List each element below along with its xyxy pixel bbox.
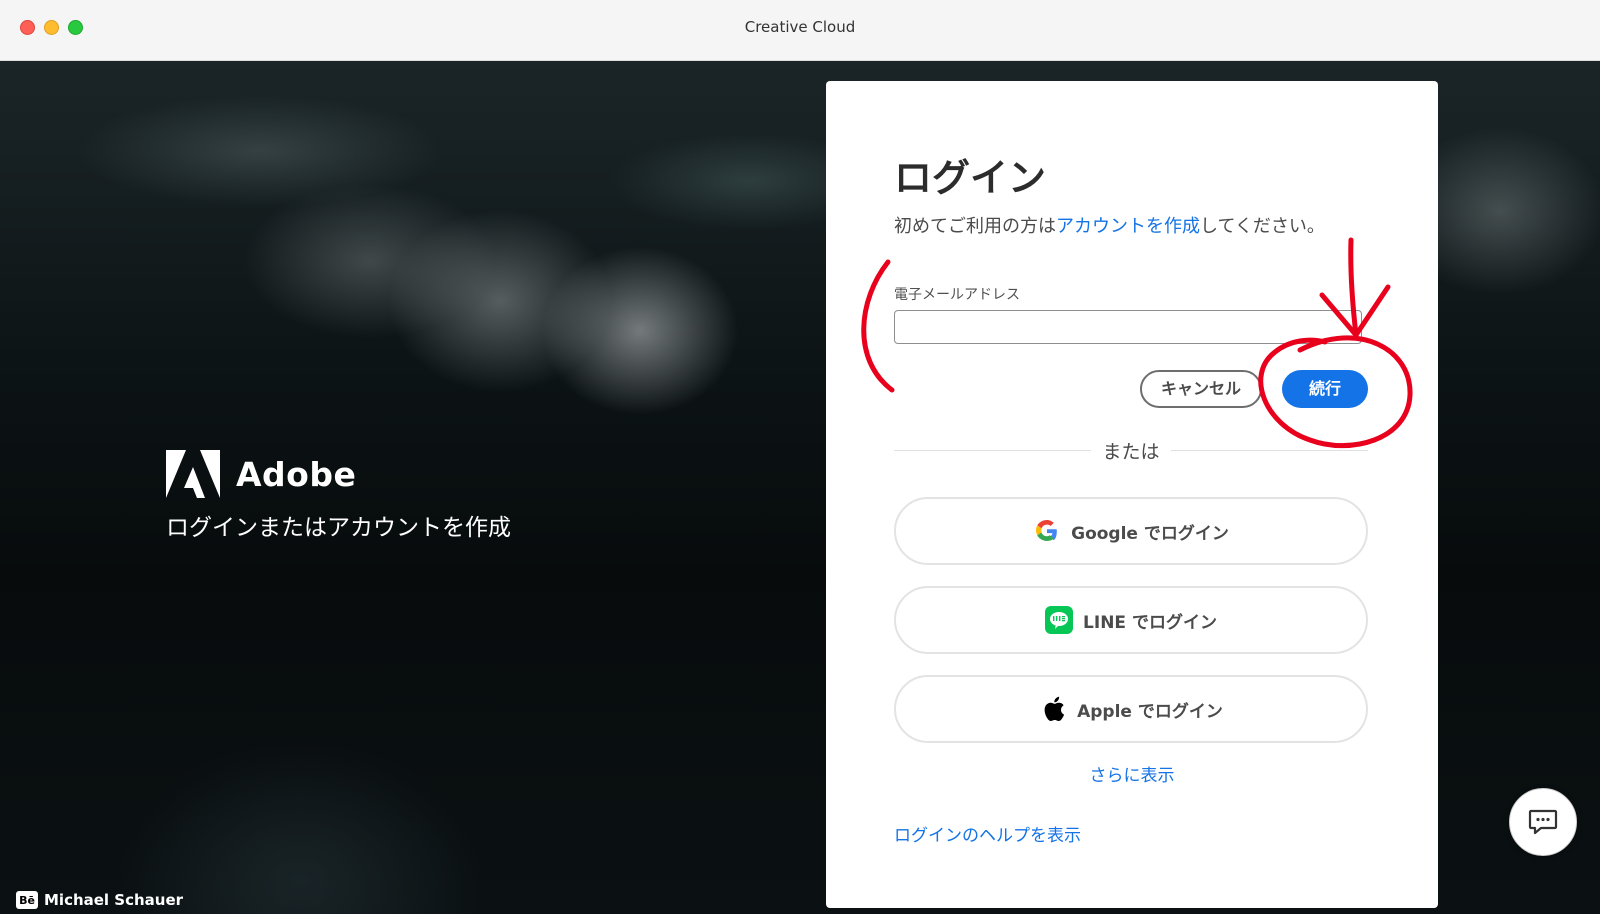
apple-suffix: でログイン xyxy=(1131,701,1223,722)
behance-icon: Bē xyxy=(16,891,38,909)
google-suffix: でログイン xyxy=(1137,523,1229,544)
intro-suffix: してください。 xyxy=(1200,216,1325,237)
photo-credit[interactable]: Bē Michael Schauer xyxy=(16,891,183,909)
divider-or-text: または xyxy=(1091,437,1171,464)
apple-login-button[interactable]: Apple でログイン xyxy=(894,675,1368,743)
cancel-button[interactable]: キャンセル xyxy=(1140,370,1262,408)
chat-icon xyxy=(1528,809,1558,835)
page-title: ログイン xyxy=(894,156,1047,200)
google-icon xyxy=(1033,517,1061,545)
title-bar: Creative Cloud xyxy=(0,0,1600,61)
email-label: 電子メールアドレス xyxy=(894,287,1020,303)
brand-subtitle: ログインまたはアカウントを作成 xyxy=(166,515,511,541)
show-more-link[interactable]: さらに表示 xyxy=(826,761,1438,786)
apple-brand: Apple xyxy=(1077,701,1132,722)
window-title: Creative Cloud xyxy=(744,18,856,36)
intro-text: 初めてご利用の方はアカウントを作成してください。 xyxy=(894,212,1325,238)
google-login-button[interactable]: Google でログイン xyxy=(894,497,1368,565)
create-account-link[interactable]: アカウントを作成 xyxy=(1056,216,1200,237)
line-brand: LINE xyxy=(1083,612,1127,633)
login-help-link[interactable]: ログインのヘルプを表示 xyxy=(894,821,1081,846)
line-icon xyxy=(1045,606,1074,634)
apple-icon xyxy=(1039,695,1067,723)
chat-button[interactable] xyxy=(1509,788,1577,856)
line-suffix: でログイン xyxy=(1126,612,1217,633)
google-brand: Google xyxy=(1071,523,1138,544)
login-card: ログイン 初めてご利用の方はアカウントを作成してください。 電子メールアドレス … xyxy=(826,81,1438,908)
apple-label: Apple でログイン xyxy=(1077,697,1223,722)
line-login-button[interactable]: LINE でログイン xyxy=(894,586,1368,654)
google-label: Google でログイン xyxy=(1071,519,1229,544)
intro-prefix: 初めてご利用の方は xyxy=(894,216,1056,237)
line-label: LINE でログイン xyxy=(1083,608,1217,633)
email-field[interactable] xyxy=(894,310,1362,344)
brand-name: Adobe xyxy=(236,454,357,494)
brand-block: Adobe ログインまたはアカウントを作成 xyxy=(166,450,511,542)
continue-button[interactable]: 続行 xyxy=(1282,370,1368,408)
adobe-logo-icon xyxy=(166,450,220,498)
photographer-name: Michael Schauer xyxy=(44,891,184,909)
